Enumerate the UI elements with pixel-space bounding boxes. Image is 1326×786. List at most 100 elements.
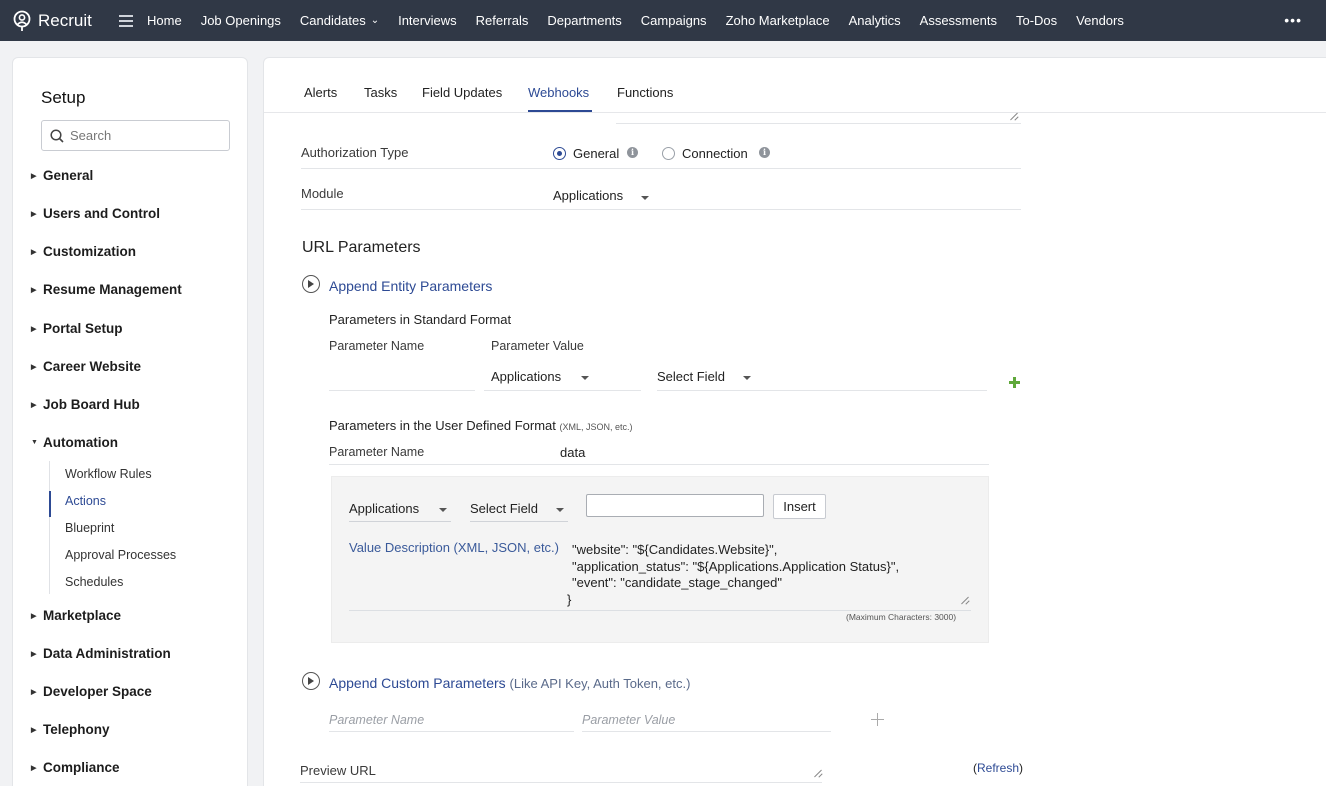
nav-home[interactable]: Home: [147, 13, 182, 28]
row-divider: [329, 464, 989, 465]
tab-webhooks[interactable]: Webhooks: [528, 85, 589, 100]
std-module-select[interactable]: Applications: [491, 369, 641, 389]
add-parameter-plus-icon[interactable]: [1009, 377, 1020, 388]
user-parameter-name-value[interactable]: data: [560, 445, 585, 460]
nav-referrals[interactable]: Referrals: [476, 13, 529, 28]
parameter-name-input-line[interactable]: [329, 390, 475, 391]
textarea-bottom-border: [349, 610, 971, 611]
sidebar-item-portal-setup[interactable]: ▶ Portal Setup: [31, 321, 123, 336]
sidebar-subitem-blueprint[interactable]: Blueprint: [65, 521, 114, 535]
sidebar-item-label: Developer Space: [43, 684, 152, 699]
nav-vendors[interactable]: Vendors: [1076, 13, 1124, 28]
tab-alerts[interactable]: Alerts: [304, 85, 337, 100]
radio-connection[interactable]: [662, 147, 675, 160]
sidebar-item-customization[interactable]: ▶ Customization: [31, 244, 136, 259]
sidebar-item-general[interactable]: ▶ General: [31, 168, 93, 183]
caret-right-icon: ▶: [31, 688, 37, 696]
ud-module-select[interactable]: Applications: [349, 501, 451, 521]
sidebar-item-compliance[interactable]: ▶ Compliance: [31, 760, 120, 775]
user-defined-format-heading: Parameters in the User Defined Format (X…: [329, 418, 633, 433]
sidebar-subitem-approval-processes[interactable]: Approval Processes: [65, 548, 176, 562]
sidebar-subitem-workflow-rules[interactable]: Workflow Rules: [65, 467, 152, 481]
main-nav: Home Job Openings Candidates ⌄ Interviews…: [147, 13, 1143, 28]
nav-interviews[interactable]: Interviews: [398, 13, 457, 28]
dropdown-caret-icon: [439, 508, 447, 512]
nav-analytics[interactable]: Analytics: [849, 13, 901, 28]
resize-handle-icon[interactable]: [814, 769, 822, 777]
expand-play-icon[interactable]: [302, 275, 320, 293]
tab-field-updates[interactable]: Field Updates: [422, 85, 502, 100]
nav-job-openings[interactable]: Job Openings: [201, 13, 281, 28]
sidebar-item-label: Compliance: [43, 760, 120, 775]
radio-connection-label: Connection: [682, 146, 748, 161]
sidebar-item-label: Users and Control: [43, 206, 161, 221]
add-custom-parameter-plus-icon[interactable]: [871, 713, 884, 726]
sidebar-item-automation[interactable]: ▼ Automation: [31, 435, 118, 450]
resize-handle-icon[interactable]: [1010, 112, 1018, 120]
sidebar-item-label: Job Board Hub: [43, 397, 140, 412]
sidebar-item-label: Career Website: [43, 359, 142, 374]
preview-url-label: Preview URL: [300, 763, 376, 778]
custom-parameter-name-line: [329, 731, 574, 732]
parameter-value-header: Parameter Value: [491, 339, 584, 353]
sidebar-item-resume-management[interactable]: ▶ Resume Management: [31, 282, 182, 297]
refresh-link[interactable]: Refresh: [977, 761, 1019, 775]
max-characters-note: (Maximum Characters: 3000): [846, 612, 957, 622]
sidebar-title: Setup: [41, 88, 86, 107]
radio-general[interactable]: [553, 147, 566, 160]
more-icon[interactable]: •••: [1284, 12, 1302, 28]
custom-parameter-name-input[interactable]: Parameter Name: [329, 713, 424, 727]
info-icon[interactable]: i: [627, 147, 638, 158]
search-input[interactable]: [70, 128, 220, 143]
sidebar-item-developer-space[interactable]: ▶ Developer Space: [31, 684, 152, 699]
insert-button[interactable]: Insert: [773, 494, 826, 519]
ud-text-input[interactable]: [586, 494, 764, 517]
nav-campaigns[interactable]: Campaigns: [641, 13, 707, 28]
actions-tabs: Alerts Tasks Field Updates Webhooks Func…: [264, 58, 1326, 113]
sidebar-subitem-actions[interactable]: Actions: [65, 494, 106, 508]
nav-zoho-marketplace[interactable]: Zoho Marketplace: [726, 13, 830, 28]
caret-right-icon: ▶: [31, 764, 37, 772]
caret-right-icon: ▶: [31, 401, 37, 409]
sidebar-search[interactable]: [41, 120, 230, 151]
value-description-textarea[interactable]: "website": "${Candidates.Website}", "appl…: [567, 542, 899, 608]
append-custom-parameters[interactable]: Append Custom Parameters (Like API Key, …: [329, 675, 690, 691]
resize-handle-icon[interactable]: [961, 596, 969, 604]
nav-candidates[interactable]: Candidates ⌄: [300, 13, 379, 28]
sidebar-item-job-board-hub[interactable]: ▶ Job Board Hub: [31, 397, 140, 412]
append-custom-parameters-link[interactable]: Append Custom Parameters: [329, 675, 506, 691]
module-select[interactable]: Applications: [553, 188, 653, 206]
tab-tasks[interactable]: Tasks: [364, 85, 397, 100]
app-logo[interactable]: Recruit: [12, 10, 107, 32]
ud-field-select-line: [470, 521, 568, 522]
nav-departments[interactable]: Departments: [547, 13, 621, 28]
nav-todos[interactable]: To-Dos: [1016, 13, 1057, 28]
sidebar-item-telephony[interactable]: ▶ Telephony: [31, 722, 110, 737]
caret-right-icon: ▶: [31, 726, 37, 734]
code-line: "application_status": "${Applications.Ap…: [572, 558, 900, 574]
nav-assessments[interactable]: Assessments: [920, 13, 997, 28]
sidebar-item-data-administration[interactable]: ▶ Data Administration: [31, 646, 171, 661]
menu-icon[interactable]: [119, 14, 133, 27]
sidebar-item-label: General: [43, 168, 94, 183]
caret-right-icon: ▶: [31, 612, 37, 620]
sidebar-subitem-schedules[interactable]: Schedules: [65, 575, 123, 589]
ud-module-select-line: [349, 521, 451, 522]
custom-parameter-value-input[interactable]: Parameter Value: [582, 713, 675, 727]
code-line: "website": "${Candidates.Website}",: [572, 542, 778, 557]
expand-play-icon[interactable]: [302, 672, 320, 690]
std-field-select-value: Select Field: [657, 369, 725, 384]
ud-field-select[interactable]: Select Field: [470, 501, 570, 521]
tab-functions[interactable]: Functions: [617, 85, 673, 100]
sidebar-item-career-website[interactable]: ▶ Career Website: [31, 359, 141, 374]
info-icon[interactable]: i: [759, 147, 770, 158]
std-field-select[interactable]: Select Field: [657, 369, 757, 389]
sidebar-item-marketplace[interactable]: ▶ Marketplace: [31, 608, 121, 623]
ud-module-select-value: Applications: [349, 501, 420, 516]
caret-right-icon: ▶: [31, 248, 37, 256]
user-defined-format-note: (XML, JSON, etc.): [559, 422, 633, 432]
sidebar-item-label: Customization: [43, 244, 136, 259]
sidebar-item-users-and-control[interactable]: ▶ Users and Control: [31, 206, 160, 221]
append-entity-parameters-link[interactable]: Append Entity Parameters: [329, 278, 492, 294]
recruit-logo-icon: [13, 10, 31, 31]
